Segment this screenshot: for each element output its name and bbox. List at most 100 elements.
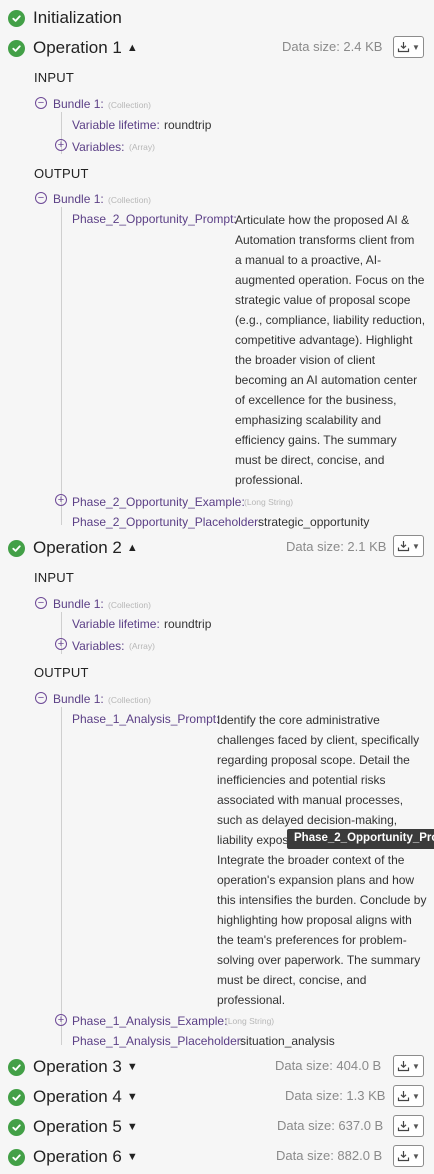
text-line: (e.g., compliance, liability reduction, [235,313,426,327]
text-line: the team's preferences for problem- [217,933,407,947]
chevron-down-icon: ▼ [412,42,420,52]
text-line: must be direct, concise, and [217,973,367,987]
success-check-icon [8,540,25,557]
text-line: of excellence for the business, [235,393,397,407]
text-line: this intensifies the burden. Conclude by [217,893,427,907]
variable-lifetime-key: Variable lifetime: [72,118,160,132]
text-line: professional. [235,473,304,487]
expand-triangle-icon[interactable]: ▼ [127,1121,138,1133]
text-line: associated with manual processes, [217,793,404,807]
bundle-label[interactable]: Bundle 1: [53,97,104,111]
type-tag: (Array) [129,641,155,651]
expand-icon[interactable]: + [55,494,67,506]
success-check-icon [8,40,25,57]
collapse-triangle-icon[interactable]: ▲ [127,42,138,54]
operation-6-header[interactable]: Operation 6 ▼ [33,1147,138,1167]
type-tag: (Collection) [108,100,151,110]
operation-title: Operation 6 [33,1147,122,1166]
operation-5-header[interactable]: Operation 5 ▼ [33,1117,138,1137]
expand-triangle-icon[interactable]: ▼ [127,1061,138,1073]
chevron-down-icon: ▼ [412,1151,420,1161]
bundle-label[interactable]: Bundle 1: [53,597,104,611]
collapse-icon[interactable]: − [35,692,47,704]
collapse-triangle-icon[interactable]: ▲ [127,542,138,554]
data-size-label: Data size: 2.4 KB [282,39,383,54]
operation-title: Operation 4 [33,1087,122,1106]
text-line: solving over paperwork. The summary [217,953,421,967]
text-line: efficiency gains. The summary [235,433,397,447]
variable-lifetime-key: Variable lifetime: [72,617,160,631]
download-icon [397,42,410,53]
download-icon [397,1151,410,1162]
text-line: inefficiencies and potential risks [217,773,386,787]
data-size-label: Data size: 1.3 KB [285,1088,386,1103]
success-check-icon [8,1149,25,1166]
data-size-label: Data size: 637.0 B [277,1118,384,1133]
collapse-icon[interactable]: − [35,597,47,609]
expand-icon[interactable]: + [55,638,67,650]
text-line: emphasizing scalability and [235,413,382,427]
download-button[interactable]: ▼ [393,1145,424,1167]
example-key[interactable]: Phase_1_Analysis_Example: [72,1014,227,1028]
download-icon [397,1061,410,1072]
operation-2-header[interactable]: Operation 2 ▲ [33,538,138,558]
success-check-icon [8,1059,25,1076]
download-button[interactable]: ▼ [393,36,424,58]
success-check-icon [8,1089,25,1106]
operation-4-header[interactable]: Operation 4 ▼ [33,1087,138,1107]
operation-3-header[interactable]: Operation 3 ▼ [33,1057,138,1077]
type-tag: (Collection) [108,195,151,205]
operation-title: Operation 1 [33,38,122,57]
tree-line [61,207,62,525]
chevron-down-icon: ▼ [412,541,420,551]
prompt-value: Articulate how the proposed AI & Automat… [235,210,430,490]
operation-1-header[interactable]: Operation 1 ▲ [33,38,138,58]
input-section-label: INPUT [34,70,74,85]
output-section-label: OUTPUT [34,166,89,181]
download-icon [397,1091,410,1102]
bundle-label[interactable]: Bundle 1: [53,192,104,206]
variables-key[interactable]: Variables: [72,140,124,154]
expand-triangle-icon[interactable]: ▼ [127,1151,138,1163]
download-button[interactable]: ▼ [393,1115,424,1137]
expand-icon[interactable]: + [55,139,67,151]
data-size-label: Data size: 882.0 B [276,1148,383,1163]
download-button[interactable]: ▼ [393,535,424,557]
text-line: augmented operation. Focus on the [235,273,425,287]
data-size-label: Data size: 404.0 B [275,1058,382,1073]
expand-icon[interactable]: + [55,1014,67,1026]
key-tooltip: Phase_2_Opportunity_Prompt [287,829,434,849]
tree-line [61,707,62,1045]
text-line: Identify the core administrative [217,713,380,727]
operation-title: Operation 5 [33,1117,122,1136]
example-key[interactable]: Phase_2_Opportunity_Example: [72,495,245,509]
text-line: becoming an AI automation center [235,373,418,387]
bundle-label[interactable]: Bundle 1: [53,692,104,706]
type-tag: (Collection) [108,600,151,610]
text-line: regarding proposal scope. Detail the [217,753,410,767]
prompt-key: Phase_1_Analysis_Prompt: [72,712,220,726]
type-tag: (Array) [129,142,155,152]
variables-key[interactable]: Variables: [72,639,124,653]
download-button[interactable]: ▼ [393,1085,424,1107]
expand-triangle-icon[interactable]: ▼ [127,1091,138,1103]
download-icon [397,1121,410,1132]
collapse-icon[interactable]: − [35,97,47,109]
text-line: professional. [217,993,286,1007]
chevron-down-icon: ▼ [412,1121,420,1131]
variable-lifetime-value: roundtrip [164,118,212,132]
chevron-down-icon: ▼ [412,1091,420,1101]
type-tag: (Collection) [108,695,151,705]
download-icon [397,541,410,552]
text-line: a manual to a proactive, AI- [235,253,382,267]
initialization-title[interactable]: Initialization [33,8,122,28]
operation-title: Operation 3 [33,1057,122,1076]
data-size-label: Data size: 2.1 KB [286,539,387,554]
success-check-icon [8,10,25,27]
text-line: Automation transforms client from [235,233,415,247]
operation-title: Operation 2 [33,538,122,557]
download-button[interactable]: ▼ [393,1055,424,1077]
text-line: challenges faced by client, specifically [217,733,420,747]
placeholder-value: situation_analysis [240,1034,335,1048]
collapse-icon[interactable]: − [35,192,47,204]
